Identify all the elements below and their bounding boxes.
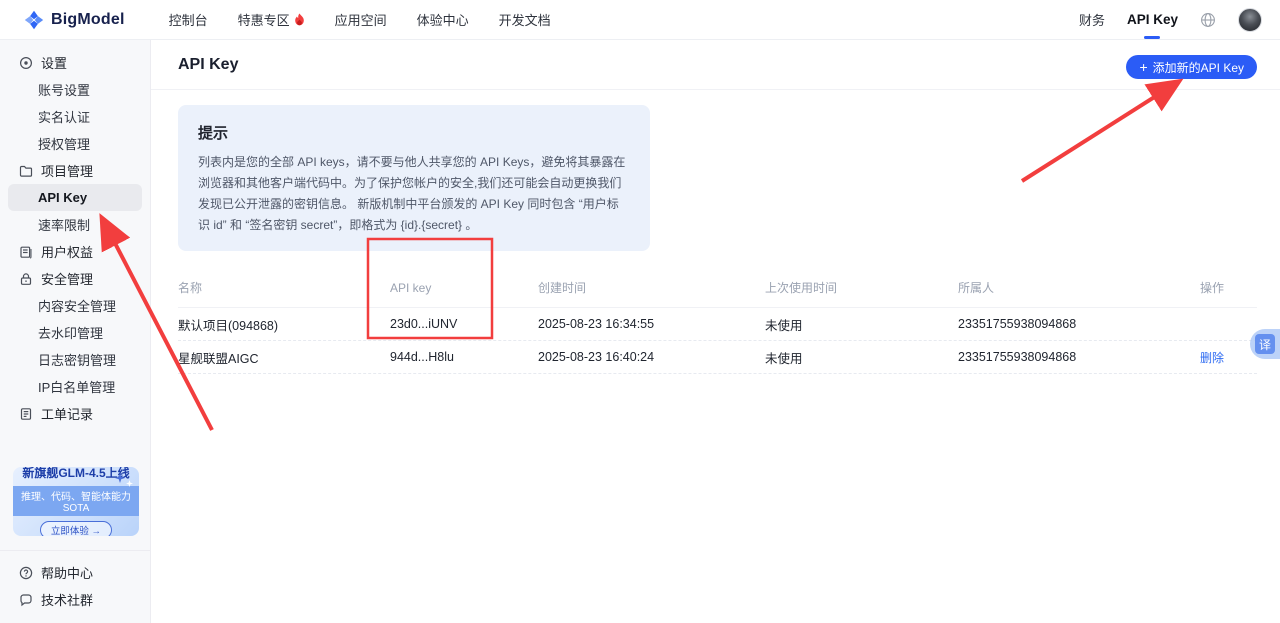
sidebar-item-label: 日志密钥管理: [38, 350, 116, 369]
sidebar-item-authorization[interactable]: 授权管理: [0, 130, 150, 157]
folder-icon: [18, 163, 33, 178]
brand-name: BigModel: [51, 11, 125, 29]
translate-icon: 译: [1255, 334, 1275, 354]
sidebar-item-label: 实名认证: [38, 107, 90, 126]
sidebar-item-label: 设置: [41, 53, 67, 72]
sidebar: 设置 账号设置 实名认证 授权管理 项目管理 API Key 速率限制 用户权益: [0, 40, 151, 623]
topbar-right: 财务 API Key: [1079, 8, 1262, 32]
table-header-row: 名称 API key 创建时间 上次使用时间 所属人 操作: [178, 279, 1257, 308]
sidebar-item-watermark-removal[interactable]: 去水印管理: [0, 319, 150, 346]
translate-widget[interactable]: 译: [1250, 329, 1280, 359]
nav-app-space[interactable]: 应用空间: [335, 10, 387, 29]
sidebar-item-security-management[interactable]: 安全管理: [0, 265, 150, 292]
sidebar-footer: 帮助中心 技术社群: [0, 550, 150, 623]
sidebar-item-label: 帮助中心: [41, 563, 93, 582]
nav-deals-label: 特惠专区: [238, 10, 290, 29]
cell-created: 2025-08-23 16:40:24: [538, 350, 765, 364]
cell-created: 2025-08-23 16:34:55: [538, 317, 765, 331]
bigmodel-logo-icon: [24, 10, 44, 30]
nav-api-key-active[interactable]: API Key: [1127, 12, 1178, 27]
col-created: 创建时间: [538, 279, 765, 296]
sidebar-item-label: 项目管理: [41, 161, 93, 180]
sidebar-item-label: API Key: [38, 190, 87, 205]
sidebar-item-real-name-auth[interactable]: 实名认证: [0, 103, 150, 130]
sidebar-item-api-key[interactable]: API Key: [8, 184, 142, 211]
promo-title: 新旗舰GLM-4.5上线: [22, 467, 129, 481]
glm-promo-card[interactable]: 新旗舰GLM-4.5上线 推理、代码、智能体能力SOTA 立即体验 →: [13, 467, 139, 536]
nav-api-key-label: API Key: [1127, 12, 1178, 27]
page-title: API Key: [178, 56, 238, 74]
nav-dev-docs[interactable]: 开发文档: [499, 10, 551, 29]
sidebar-item-label: 账号设置: [38, 80, 90, 99]
top-navigation: 控制台 特惠专区 应用空间 体验中心 开发文档: [169, 10, 551, 29]
sidebar-item-settings[interactable]: 设置: [0, 49, 150, 76]
nav-finance[interactable]: 财务: [1079, 10, 1105, 29]
main-content: API Key + 添加新的API Key 提示 列表内是您的全部 API ke…: [151, 40, 1280, 623]
add-api-key-label: 添加新的API Key: [1153, 59, 1244, 76]
ticket-doc-icon: [18, 406, 33, 421]
api-key-table: 名称 API key 创建时间 上次使用时间 所属人 操作 默认项目(09486…: [178, 279, 1257, 374]
col-api-key: API key: [390, 281, 538, 295]
cell-last-used: 未使用: [765, 315, 958, 334]
sidebar-item-project-management[interactable]: 项目管理: [0, 157, 150, 184]
sidebar-item-label: 安全管理: [41, 269, 93, 288]
sidebar-item-help-center[interactable]: 帮助中心: [0, 559, 150, 586]
sidebar-item-tech-community[interactable]: 技术社群: [0, 586, 150, 613]
delete-link[interactable]: 删除: [1200, 349, 1257, 366]
content-area: 提示 列表内是您的全部 API keys，请不要与他人共享您的 API Keys…: [151, 90, 1280, 374]
cell-owner: 23351755938094868: [958, 350, 1200, 364]
sparkle-icon: [115, 473, 125, 483]
cell-api-key: 944d...H8lu: [390, 350, 538, 364]
user-avatar[interactable]: [1238, 8, 1262, 32]
sidebar-item-label: 工单记录: [41, 404, 93, 423]
sidebar-item-label: IP白名单管理: [38, 377, 115, 396]
plus-icon: +: [1139, 60, 1147, 74]
sidebar-item-label: 去水印管理: [38, 323, 103, 342]
benefits-card-icon: [18, 244, 33, 259]
active-tab-indicator: [1144, 36, 1160, 39]
col-last-used: 上次使用时间: [765, 279, 958, 296]
cell-name: 星舰联盟AIGC: [178, 348, 390, 367]
sidebar-item-label: 授权管理: [38, 134, 90, 153]
sidebar-item-work-orders[interactable]: 工单记录: [0, 400, 150, 427]
flame-icon: [294, 13, 305, 26]
sidebar-item-label: 用户权益: [41, 242, 93, 261]
notice-title: 提示: [198, 122, 630, 143]
sidebar-item-content-security[interactable]: 内容安全管理: [0, 292, 150, 319]
promo-cta-button[interactable]: 立即体验 →: [40, 521, 112, 536]
table-row: 星舰联盟AIGC 944d...H8lu 2025-08-23 16:40:24…: [178, 341, 1257, 374]
lock-icon: [18, 271, 33, 286]
nav-deals[interactable]: 特惠专区: [238, 10, 305, 29]
nav-console[interactable]: 控制台: [169, 10, 208, 29]
sidebar-item-label: 技术社群: [41, 590, 93, 609]
notice-body: 列表内是您的全部 API keys，请不要与他人共享您的 API Keys，避免…: [198, 152, 630, 236]
table-row: 默认项目(094868) 23d0...iUNV 2025-08-23 16:3…: [178, 308, 1257, 341]
bigmodel-logo[interactable]: BigModel: [24, 10, 125, 30]
add-api-key-button[interactable]: + 添加新的API Key: [1126, 55, 1257, 79]
cell-last-used: 未使用: [765, 348, 958, 367]
chat-icon: [18, 592, 33, 607]
gear-icon: [18, 55, 33, 70]
globe-icon[interactable]: [1200, 12, 1216, 28]
sidebar-item-label: 内容安全管理: [38, 296, 116, 315]
cell-owner: 23351755938094868: [958, 317, 1200, 331]
cell-api-key: 23d0...iUNV: [390, 317, 538, 331]
nav-experience-center[interactable]: 体验中心: [417, 10, 469, 29]
notice-box: 提示 列表内是您的全部 API keys，请不要与他人共享您的 API Keys…: [178, 105, 650, 251]
sidebar-item-account-settings[interactable]: 账号设置: [0, 76, 150, 103]
sidebar-item-log-key-management[interactable]: 日志密钥管理: [0, 346, 150, 373]
col-actions: 操作: [1200, 279, 1257, 296]
sidebar-item-label: 速率限制: [38, 215, 90, 234]
cell-name: 默认项目(094868): [178, 315, 390, 334]
sidebar-item-ip-whitelist[interactable]: IP白名单管理: [0, 373, 150, 400]
sparkle-icon: [126, 480, 133, 487]
promo-subtitle: 推理、代码、智能体能力SOTA: [13, 486, 139, 516]
question-circle-icon: [18, 565, 33, 580]
col-owner: 所属人: [958, 279, 1200, 296]
topbar: BigModel 控制台 特惠专区 应用空间 体验中心 开发文档 财务 API …: [0, 0, 1280, 40]
sidebar-item-user-benefits[interactable]: 用户权益: [0, 238, 150, 265]
sidebar-item-rate-limit[interactable]: 速率限制: [0, 211, 150, 238]
page-header: API Key: [151, 40, 1280, 90]
col-name: 名称: [178, 279, 390, 296]
